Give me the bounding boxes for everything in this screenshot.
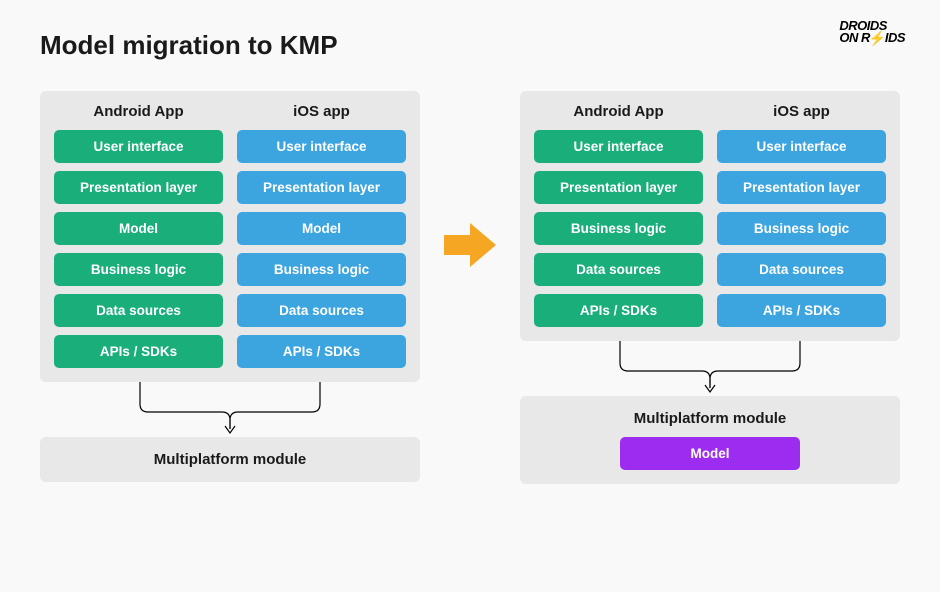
before-module-panel: Multiplatform module bbox=[40, 437, 420, 482]
after-module-model: Model bbox=[620, 437, 800, 470]
after-panel: Android App User interface Presentation … bbox=[520, 91, 900, 341]
layer-item: Business logic bbox=[54, 253, 223, 286]
before-android-header: Android App bbox=[54, 103, 223, 120]
after-ios-header: iOS app bbox=[717, 103, 886, 120]
layer-item: Data sources bbox=[534, 253, 703, 286]
before-connector bbox=[40, 382, 420, 437]
connector-lines-icon bbox=[520, 341, 900, 396]
bolt-icon: ⚡ bbox=[869, 32, 886, 45]
logo-line2: ON R⚡IDS bbox=[839, 32, 905, 45]
before-panel: Android App User interface Presentation … bbox=[40, 91, 420, 382]
before-side: Android App User interface Presentation … bbox=[40, 91, 420, 482]
layer-item: User interface bbox=[534, 130, 703, 163]
after-android-column: Android App User interface Presentation … bbox=[534, 103, 703, 327]
diagram-title: Model migration to KMP bbox=[40, 30, 900, 61]
after-android-header: Android App bbox=[534, 103, 703, 120]
layer-item: Presentation layer bbox=[54, 171, 223, 204]
after-connector bbox=[520, 341, 900, 396]
layer-item: User interface bbox=[717, 130, 886, 163]
before-ios-header: iOS app bbox=[237, 103, 406, 120]
before-columns: Android App User interface Presentation … bbox=[54, 103, 406, 368]
logo-line2-part1: ON R bbox=[839, 30, 870, 45]
layer-item: User interface bbox=[237, 130, 406, 163]
layer-item: Model bbox=[237, 212, 406, 245]
layer-item: Data sources bbox=[237, 294, 406, 327]
layer-item: Business logic bbox=[717, 212, 886, 245]
layer-item: Presentation layer bbox=[534, 171, 703, 204]
after-side: Android App User interface Presentation … bbox=[520, 91, 900, 484]
logo-line2-part2: IDS bbox=[885, 30, 905, 45]
diagram-content: Android App User interface Presentation … bbox=[40, 91, 900, 484]
before-module-title: Multiplatform module bbox=[54, 451, 406, 468]
layer-item: APIs / SDKs bbox=[717, 294, 886, 327]
before-android-column: Android App User interface Presentation … bbox=[54, 103, 223, 368]
layer-item: Data sources bbox=[54, 294, 223, 327]
layer-item: Presentation layer bbox=[237, 171, 406, 204]
after-module-title: Multiplatform module bbox=[534, 410, 886, 427]
layer-item: APIs / SDKs bbox=[534, 294, 703, 327]
after-module-panel: Multiplatform module Model bbox=[520, 396, 900, 484]
layer-item: Business logic bbox=[237, 253, 406, 286]
brand-logo: DROIDS ON R⚡IDS bbox=[839, 20, 905, 46]
transition-arrow bbox=[440, 91, 500, 269]
before-ios-column: iOS app User interface Presentation laye… bbox=[237, 103, 406, 368]
after-columns: Android App User interface Presentation … bbox=[534, 103, 886, 327]
layer-item: APIs / SDKs bbox=[237, 335, 406, 368]
after-ios-column: iOS app User interface Presentation laye… bbox=[717, 103, 886, 327]
layer-item: User interface bbox=[54, 130, 223, 163]
layer-item: Presentation layer bbox=[717, 171, 886, 204]
layer-item: Model bbox=[54, 212, 223, 245]
layer-item: APIs / SDKs bbox=[54, 335, 223, 368]
arrow-right-icon bbox=[442, 221, 498, 269]
layer-item: Data sources bbox=[717, 253, 886, 286]
layer-item: Business logic bbox=[534, 212, 703, 245]
connector-lines-icon bbox=[40, 382, 420, 437]
